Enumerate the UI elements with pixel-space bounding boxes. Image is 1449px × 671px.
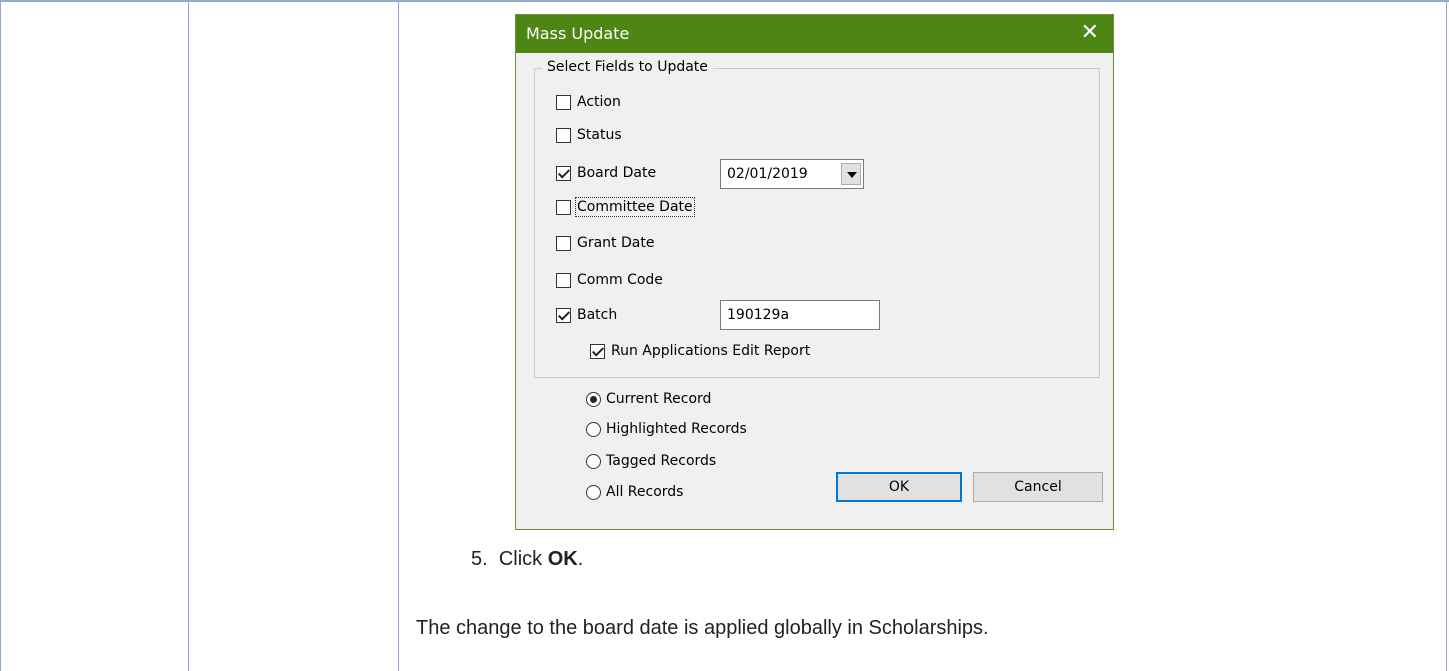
batch-value: 190129a [727, 307, 790, 323]
step-prefix: Click [498, 548, 548, 570]
checkbox-grant-date[interactable]: Grant Date [556, 235, 654, 251]
radio-label: Highlighted Records [606, 421, 747, 437]
table-top-border [0, 0, 1449, 2]
batch-input[interactable]: 190129a [720, 300, 880, 330]
radio-tagged-records[interactable]: Tagged Records [586, 453, 716, 469]
mass-update-dialog: Mass Update ✕ Select Fields to Update Ac… [515, 14, 1114, 530]
ok-button[interactable]: OK [836, 472, 962, 502]
checkbox-label: Run Applications Edit Report [611, 343, 811, 359]
step-number: 5. [471, 548, 488, 570]
radio-button[interactable] [586, 391, 601, 407]
table-left-border [0, 0, 1, 671]
select-fields-group-label: Select Fields to Update [542, 59, 713, 75]
step-suffix: . [577, 548, 584, 570]
checkbox-box[interactable] [556, 272, 571, 288]
radio-button[interactable] [586, 421, 601, 437]
checkbox-comm-code[interactable]: Comm Code [556, 272, 663, 288]
checkbox-label: Committee Date [575, 197, 695, 217]
radio-highlighted-records[interactable]: Highlighted Records [586, 421, 747, 437]
radio-label: Tagged Records [606, 453, 717, 469]
radio-label: Current Record [606, 391, 712, 407]
chevron-down-icon [847, 172, 857, 178]
checkbox-box[interactable] [556, 127, 571, 143]
checkbox-label: Comm Code [577, 272, 663, 288]
step-bold-ok: OK [547, 548, 578, 570]
checkbox-label: Status [577, 127, 622, 143]
dialog-title: Mass Update [526, 24, 630, 43]
checkbox-label: Action [577, 94, 621, 110]
checkbox-run-applications-edit-report[interactable]: Run Applications Edit Report [590, 343, 810, 359]
result-paragraph: The change to the board date is applied … [416, 617, 989, 639]
checkbox-box[interactable] [556, 94, 571, 110]
checkbox-label: Board Date [577, 165, 657, 181]
checkbox-board-date[interactable]: Board Date [556, 165, 656, 181]
checkbox-box[interactable] [590, 343, 605, 359]
checkbox-box[interactable] [556, 307, 571, 323]
radio-button[interactable] [586, 453, 601, 469]
radio-current-record[interactable]: Current Record [586, 391, 711, 407]
table-column-divider-1 [188, 0, 189, 671]
radio-all-records[interactable]: All Records [586, 484, 683, 500]
checkbox-action[interactable]: Action [556, 94, 621, 110]
checkbox-box[interactable] [556, 199, 571, 215]
radio-label: All Records [606, 484, 684, 500]
table-column-divider-2 [398, 0, 399, 671]
table-right-border [1446, 0, 1447, 671]
radio-button[interactable] [586, 484, 601, 500]
select-fields-group [534, 68, 1100, 378]
checkbox-committee-date[interactable]: Committee Date [556, 197, 695, 217]
board-date-picker[interactable]: 02/01/2019 [720, 159, 864, 189]
checkbox-box[interactable] [556, 235, 571, 251]
dialog-titlebar: Mass Update ✕ [516, 15, 1113, 53]
checkbox-batch[interactable]: Batch [556, 307, 617, 323]
board-date-value: 02/01/2019 [727, 166, 808, 182]
checkbox-box[interactable] [556, 165, 571, 181]
checkbox-status[interactable]: Status [556, 127, 622, 143]
checkbox-label: Batch [577, 307, 618, 323]
step-5: 5. Click OK. [471, 548, 583, 571]
close-icon[interactable]: ✕ [1081, 21, 1099, 45]
checkbox-label: Grant Date [577, 235, 655, 251]
cancel-button[interactable]: Cancel [973, 472, 1103, 502]
date-dropdown-button[interactable] [841, 163, 861, 185]
